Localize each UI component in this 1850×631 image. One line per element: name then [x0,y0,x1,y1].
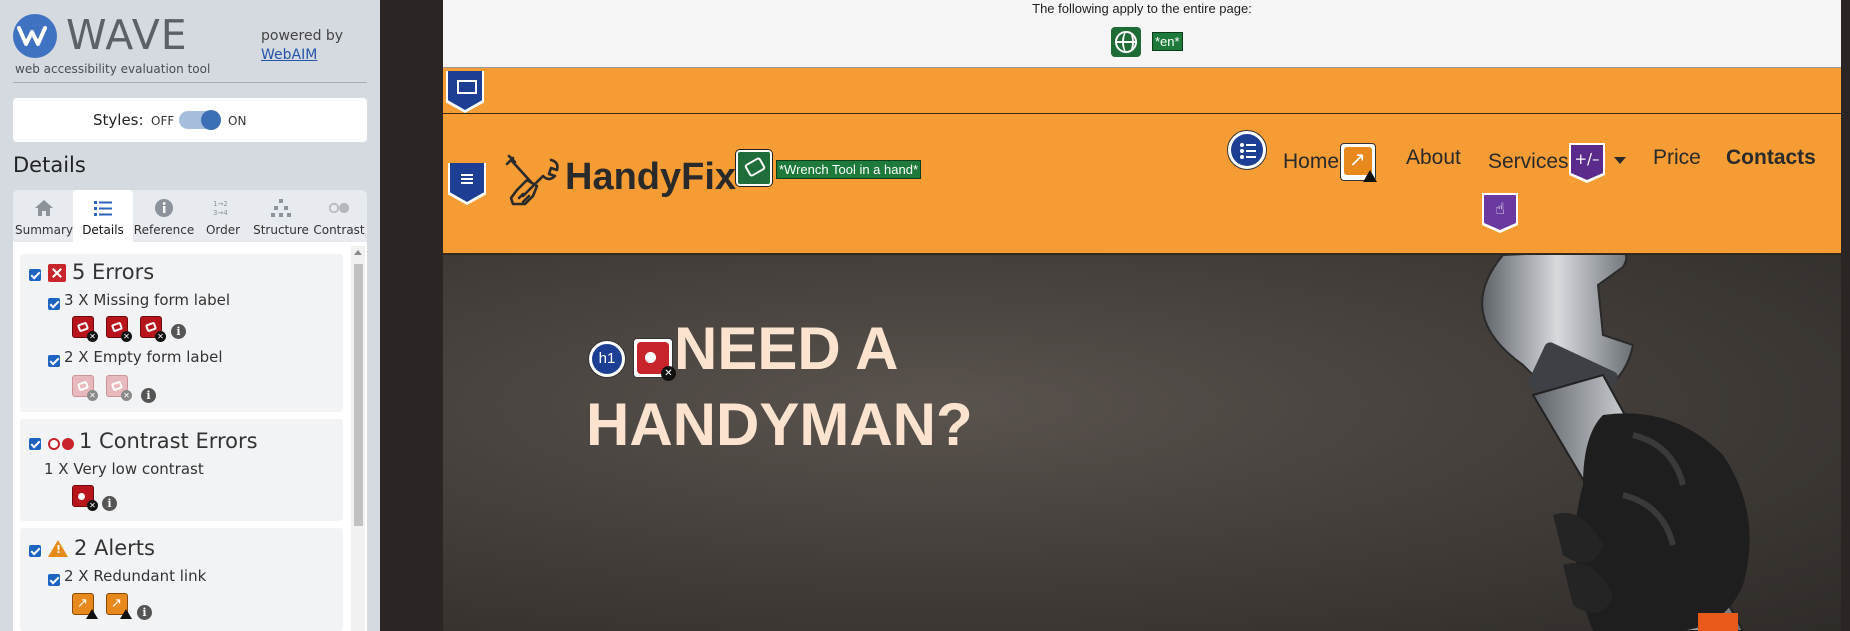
navigation-region-icon[interactable] [448,163,486,205]
nav-about[interactable]: About [1406,146,1461,170]
scrollbar-thumb[interactable] [354,264,363,526]
styles-toggle[interactable] [179,110,221,130]
errors-title: 5 Errors [72,260,155,284]
missing-form-label-text: 3 X Missing form label [64,291,231,309]
wave-title: WAVE [66,11,188,59]
nav-home[interactable]: Home [1283,150,1339,174]
nav-price[interactable]: Price [1653,146,1701,170]
contrast-checkbox[interactable] [29,438,41,450]
brand-name[interactable]: HandyFix [565,156,736,199]
empty-form-label-text: 2 X Empty form label [64,348,223,366]
tab-contrast[interactable]: Contrast [311,190,367,242]
tab-label: Reference [133,223,195,237]
page-viewport: The following apply to the entire page: … [443,0,1841,631]
very-low-contrast-icon[interactable]: ✕ [633,338,676,381]
svg-text:3→4: 3→4 [213,209,228,217]
empty-form-label-checkbox[interactable] [48,355,60,367]
tab-order[interactable]: 1→2 3→4 Order [195,190,251,242]
chevron-down-icon[interactable] [1614,157,1626,164]
redundant-link-text: 2 X Redundant link [64,567,207,585]
empty-label-icon[interactable]: ✕ [106,375,132,401]
tab-label: Order [205,223,241,237]
tab-label: Summary [15,223,73,237]
wave-sidebar: WAVE web accessibility evaluation tool p… [0,0,380,631]
site-top-bar [443,68,1841,114]
info-icon[interactable]: i [137,605,152,620]
hero-heading: NEED A HANDYMAN? [586,311,973,463]
empty-label-icon[interactable]: ✕ [72,375,98,401]
details-scrollbar[interactable] [351,246,365,631]
hero-heading-line2: HANDYMAN? [586,391,973,458]
styles-off-label: OFF [151,114,175,128]
powered-by-text: powered by [261,28,344,44]
wrench-hand-logo-icon [505,154,559,206]
info-icon[interactable]: i [102,496,117,511]
info-icon[interactable]: i [141,388,156,403]
alerts-card: ! 2 Alerts 2 X Redundant link ↗ ↗ i [20,528,343,631]
missing-label-icon[interactable]: ✕ [106,316,132,342]
tab-label: Structure [253,223,309,237]
info-icon [155,199,173,217]
redundant-link-icon[interactable]: ↗ [106,593,132,619]
redundant-link-checkbox[interactable] [48,574,60,586]
very-low-contrast-text: 1 X Very low contrast [44,460,204,478]
styles-toggle-box: Styles: OFF ON [13,98,367,142]
structure-icon [271,199,291,217]
tab-reference[interactable]: Reference [133,190,195,242]
redundant-link-icon[interactable]: ↗ [72,593,98,619]
applies-to-page-text: The following apply to the entire page: [1032,1,1252,16]
redundant-link-icon[interactable] [1340,143,1377,182]
alerts-title: 2 Alerts [74,536,155,560]
divider [13,82,367,83]
tab-summary[interactable]: Summary [13,190,75,242]
tab-label: Contrast [313,223,365,237]
hero-section: NEED A HANDYMAN? h1 ✕ [443,255,1841,631]
errors-card: 5 Errors 3 X Missing form label ✕ ✕ ✕ i … [20,254,343,412]
wrench-in-gloved-hand-image [1481,255,1750,631]
page-wide-features-bar: The following apply to the entire page: … [443,0,1841,68]
language-tag: *en* [1152,32,1183,51]
alert-icon: ! [48,540,68,557]
toggle-knob [201,110,221,130]
order-icon: 1→23→4 [213,200,228,217]
missing-label-icon[interactable]: ✕ [140,316,166,342]
scroll-up-arrow-icon[interactable] [354,250,362,255]
alt-text-tag: *Wrench Tool in a hand* [776,160,922,179]
wave-logo-icon [13,14,57,58]
aria-expanded-icon[interactable]: +/– [1569,143,1605,183]
list-icon [94,201,112,216]
missing-form-label-checkbox[interactable] [48,298,60,310]
contrast-title: 1 Contrast Errors [79,429,258,453]
linked-image-icon[interactable] [736,150,772,186]
contrast-card: 1 Contrast Errors 1 X Very low contrast … [20,419,343,521]
heading-h1-icon[interactable]: h1 [588,340,626,378]
wave-subtitle: web accessibility evaluation tool [15,62,211,76]
webaim-link[interactable]: WebAIM [261,47,317,63]
unordered-list-icon[interactable] [1227,130,1267,170]
missing-label-icon[interactable]: ✕ [72,316,98,342]
wave-tabs: Summary Details Reference 1→2 3→4 Order S… [13,190,367,242]
svg-text:1→2: 1→2 [213,200,228,208]
styles-on-label: ON [228,114,247,128]
errors-checkbox[interactable] [29,269,41,281]
header-region-icon[interactable] [446,71,484,113]
tab-structure[interactable]: Structure [251,190,311,242]
styles-label: Styles: [93,111,144,129]
home-icon [35,200,53,216]
contrast-icon [328,202,350,214]
language-globe-icon[interactable] [1111,27,1141,57]
contrast-error-icon [48,437,76,451]
tab-details[interactable]: Details [73,190,133,242]
nav-services[interactable]: Services [1488,150,1569,174]
nav-contacts[interactable]: Contacts [1726,146,1816,170]
tab-label: Details [82,223,124,237]
info-icon[interactable]: i [171,324,186,339]
details-heading: Details [13,153,86,177]
very-low-contrast-icon[interactable]: ✕ [72,485,98,511]
site-header: HandyFix *Wrench Tool in a hand* Home Ab… [443,114,1841,254]
alerts-checkbox[interactable] [29,545,41,557]
error-icon [48,264,66,282]
aria-hidden-icon[interactable]: ☝ [1482,193,1518,233]
